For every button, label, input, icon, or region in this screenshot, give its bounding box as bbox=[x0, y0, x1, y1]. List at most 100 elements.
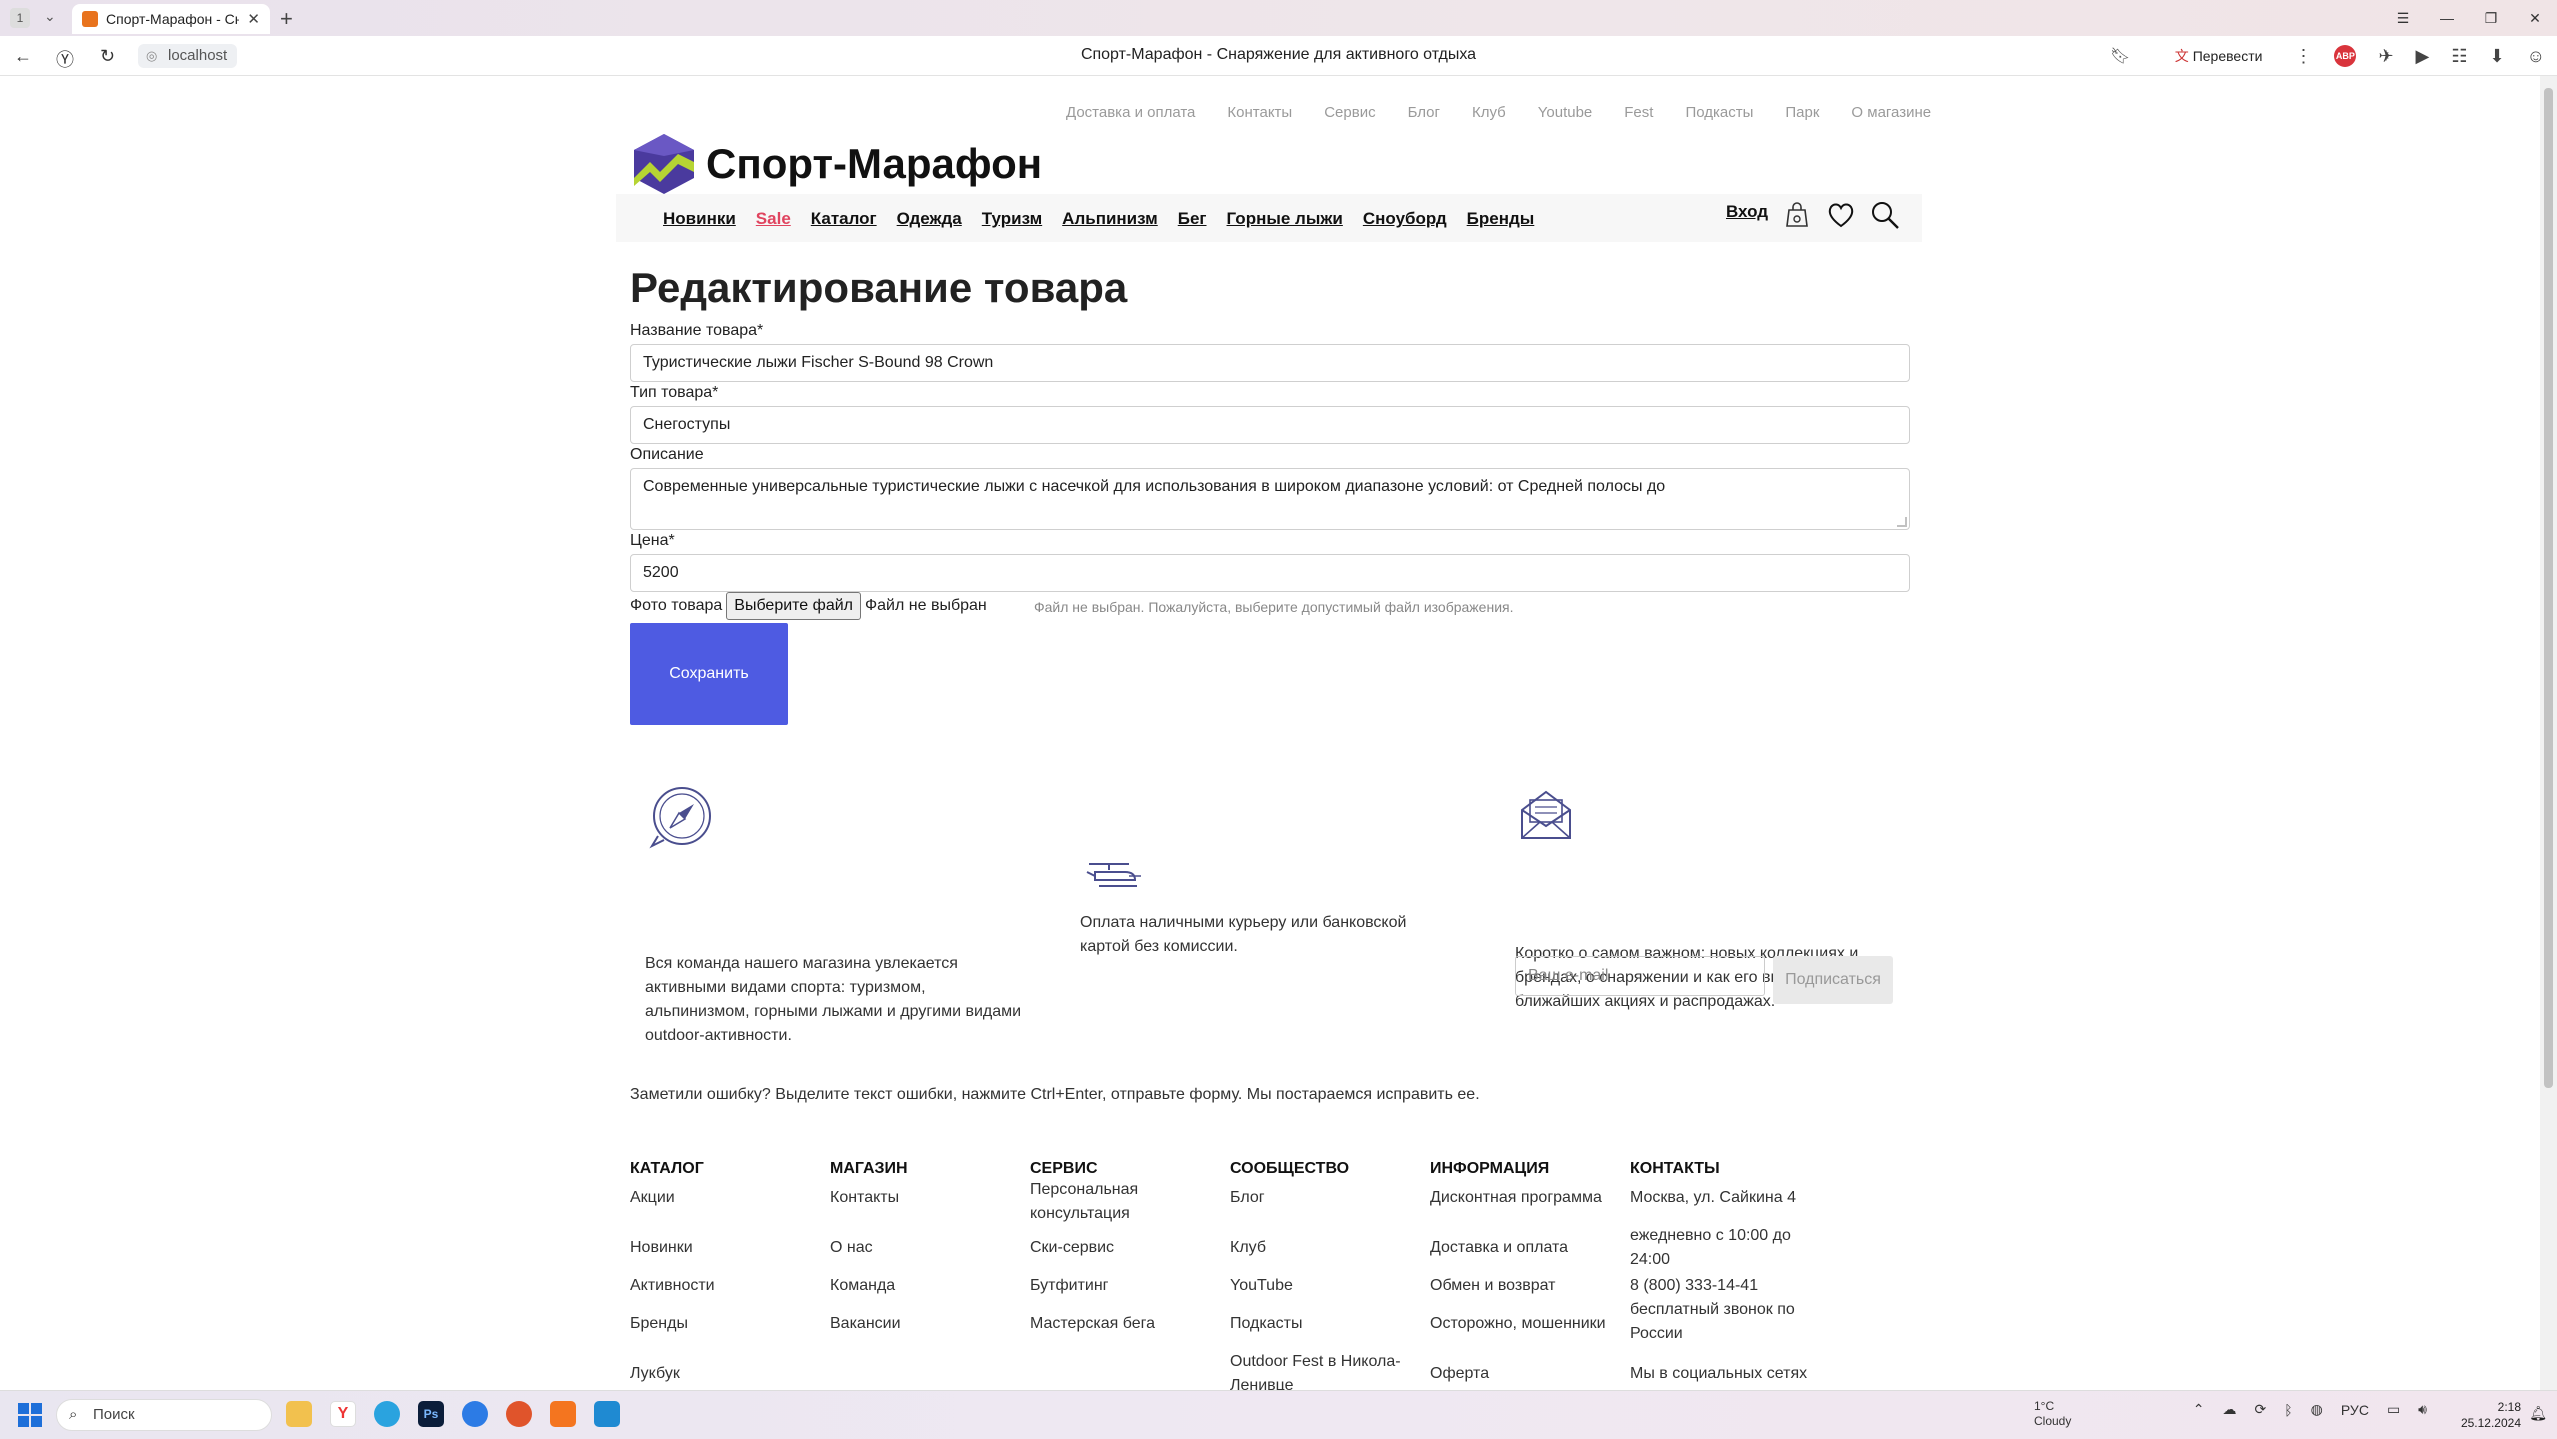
minimize-icon[interactable]: — bbox=[2425, 0, 2469, 36]
profile-icon[interactable]: ☺ bbox=[2527, 46, 2545, 67]
nav-item-running[interactable]: Бег bbox=[1178, 209, 1207, 229]
nav-item-new[interactable]: Новинки bbox=[663, 209, 736, 229]
restore-icon[interactable]: ❐ bbox=[2469, 0, 2513, 36]
footer-link[interactable]: Лукбук bbox=[630, 1362, 680, 1386]
footer-link[interactable]: Новинки bbox=[630, 1236, 693, 1260]
footer-link[interactable]: Команда bbox=[830, 1274, 895, 1298]
choose-file-button[interactable]: Выберите файл bbox=[726, 592, 861, 620]
telegram-icon[interactable] bbox=[374, 1401, 400, 1427]
footer-link[interactable]: Ски-сервис bbox=[1030, 1236, 1114, 1260]
media-icon[interactable]: ▶ bbox=[2416, 46, 2430, 67]
taskbar-search[interactable]: ⌕ Поиск bbox=[56, 1399, 272, 1431]
notification-bell-icon[interactable]: 🔔︎ bbox=[2529, 1405, 2547, 1422]
translate-button[interactable]: 文 Перевести bbox=[2165, 42, 2273, 70]
footer-link[interactable]: Outdoor Fest в Никола-Ленивце bbox=[1230, 1350, 1410, 1390]
top-link[interactable]: Клуб bbox=[1472, 104, 1506, 121]
site-logo[interactable]: Спорт-Марафон bbox=[630, 132, 1042, 196]
adblock-icon[interactable]: ABP bbox=[2334, 45, 2357, 67]
top-link[interactable]: Парк bbox=[1785, 104, 1819, 121]
new-tab-icon[interactable]: + bbox=[280, 6, 293, 32]
price-input[interactable]: 5200 bbox=[630, 554, 1910, 592]
windows-start-icon[interactable] bbox=[18, 1403, 42, 1427]
bluetooth-icon[interactable]: ᛒ bbox=[2284, 1402, 2292, 1418]
footer-link[interactable]: Мастерская бега bbox=[1030, 1312, 1155, 1336]
browser-tab[interactable]: Спорт-Марафон - Снаряжение для активного… bbox=[72, 4, 270, 34]
nav-item-brands[interactable]: Бренды bbox=[1467, 209, 1535, 229]
file-explorer-icon[interactable] bbox=[286, 1401, 312, 1427]
nav-item-clothes[interactable]: Одежда bbox=[897, 209, 962, 229]
url-field[interactable]: ◎ localhost bbox=[138, 44, 238, 68]
language-indicator[interactable]: РУС bbox=[2341, 1402, 2369, 1418]
photoshop-icon[interactable]: Ps bbox=[418, 1401, 444, 1427]
yandex-icon[interactable]: Ⓨ bbox=[56, 46, 74, 72]
top-link[interactable]: Сервис bbox=[1324, 104, 1375, 121]
resize-handle-icon[interactable] bbox=[1897, 517, 1907, 527]
more-icon[interactable]: ⋮ bbox=[2294, 46, 2312, 67]
footer-link[interactable]: Контакты bbox=[830, 1186, 899, 1210]
footer-link[interactable]: Осторожно, мошенники bbox=[1430, 1312, 1606, 1336]
top-link[interactable]: Подкасты bbox=[1685, 104, 1753, 121]
product-name-input[interactable]: Туристические лыжи Fischer S-Bound 98 Cr… bbox=[630, 344, 1910, 382]
footer-link[interactable]: О нас bbox=[830, 1236, 873, 1260]
email-input[interactable]: Ваш e-mail bbox=[1515, 956, 1765, 996]
footer-link[interactable]: Дисконтная программа bbox=[1430, 1186, 1602, 1210]
menu-icon[interactable]: ☰ bbox=[2381, 0, 2425, 36]
footer-link[interactable]: Доставка и оплата bbox=[1430, 1236, 1568, 1260]
product-type-input[interactable]: Снегоступы bbox=[630, 406, 1910, 444]
top-link[interactable]: Доставка и оплата bbox=[1066, 104, 1195, 121]
save-button[interactable]: Сохранить bbox=[630, 623, 788, 725]
back-icon[interactable]: ← bbox=[14, 46, 32, 67]
top-link[interactable]: Контакты bbox=[1227, 104, 1292, 121]
cloud-icon[interactable]: ☁ bbox=[2223, 1401, 2237, 1418]
volume-icon[interactable]: 🔊︎ bbox=[2418, 1401, 2427, 1418]
bookmark-icon[interactable]: 🔖︎ bbox=[2110, 46, 2130, 66]
top-link[interactable]: О магазине bbox=[1851, 104, 1931, 121]
site-info-icon[interactable]: ◎ bbox=[146, 44, 157, 68]
display-icon[interactable]: ▭ bbox=[2387, 1401, 2400, 1418]
footer-link[interactable]: Оферта bbox=[1430, 1362, 1489, 1386]
footer-link[interactable]: YouTube bbox=[1230, 1274, 1293, 1298]
top-link[interactable]: Fest bbox=[1624, 104, 1653, 121]
footer-link[interactable]: Бутфитинг bbox=[1030, 1274, 1109, 1298]
top-link[interactable]: Youtube bbox=[1538, 104, 1593, 121]
nav-item-catalog[interactable]: Каталог bbox=[811, 209, 877, 229]
footer-link[interactable]: Вакансии bbox=[830, 1312, 901, 1336]
clock[interactable]: 2:18 25.12.2024 bbox=[2461, 1399, 2521, 1431]
top-link[interactable]: Блог bbox=[1408, 104, 1440, 121]
collections-icon[interactable]: ☷ bbox=[2451, 46, 2467, 67]
footer-link[interactable]: Блог bbox=[1230, 1186, 1265, 1210]
tab-count[interactable]: 1 bbox=[10, 8, 30, 28]
nav-item-alpinism[interactable]: Альпинизм bbox=[1062, 209, 1158, 229]
chevron-up-icon[interactable]: ⌃ bbox=[2193, 1401, 2205, 1418]
footer-link[interactable]: Подкасты bbox=[1230, 1312, 1302, 1336]
page-scrollbar[interactable] bbox=[2540, 76, 2557, 1390]
tab-list-chevron-icon[interactable]: ⌄ bbox=[44, 8, 56, 25]
heart-icon[interactable] bbox=[1826, 200, 1856, 230]
reload-icon[interactable]: ↻ bbox=[100, 46, 115, 67]
login-link[interactable]: Вход bbox=[1726, 202, 1768, 222]
yandex-browser-icon[interactable]: Y bbox=[330, 1401, 356, 1427]
search-icon[interactable] bbox=[1870, 200, 1900, 230]
footer-phone[interactable]: 8 (800) 333-14-41 bbox=[1630, 1274, 1758, 1298]
nav-item-tourism[interactable]: Туризм bbox=[982, 209, 1042, 229]
extension-icon[interactable]: ✈ bbox=[2378, 46, 2393, 67]
close-window-icon[interactable]: ✕ bbox=[2513, 0, 2557, 36]
nav-item-sale[interactable]: Sale bbox=[756, 209, 791, 229]
nav-item-snowboard[interactable]: Сноуборд bbox=[1363, 209, 1447, 229]
footer-link[interactable]: Бренды bbox=[630, 1312, 688, 1336]
footer-link[interactable]: Акции bbox=[630, 1186, 675, 1210]
weather-widget[interactable]: 1°C Cloudy bbox=[2034, 1399, 2071, 1429]
sync-icon[interactable]: ⟳ bbox=[2255, 1401, 2267, 1418]
description-textarea[interactable]: Современные универсальные туристические … bbox=[630, 468, 1910, 530]
vscode-icon[interactable] bbox=[594, 1401, 620, 1427]
xampp-icon[interactable] bbox=[550, 1401, 576, 1427]
footer-link[interactable]: Персональная консультация bbox=[1030, 1178, 1160, 1226]
footer-link[interactable]: Клуб bbox=[1230, 1236, 1266, 1260]
scrollbar-thumb[interactable] bbox=[2544, 88, 2553, 1088]
edge-icon[interactable] bbox=[462, 1401, 488, 1427]
nav-item-ski[interactable]: Горные лыжи bbox=[1227, 209, 1343, 229]
subscribe-button[interactable]: Подписаться bbox=[1773, 956, 1893, 1004]
footer-link[interactable]: Активности bbox=[630, 1274, 715, 1298]
app-icon[interactable] bbox=[506, 1401, 532, 1427]
close-tab-icon[interactable]: ✕ bbox=[247, 10, 260, 28]
